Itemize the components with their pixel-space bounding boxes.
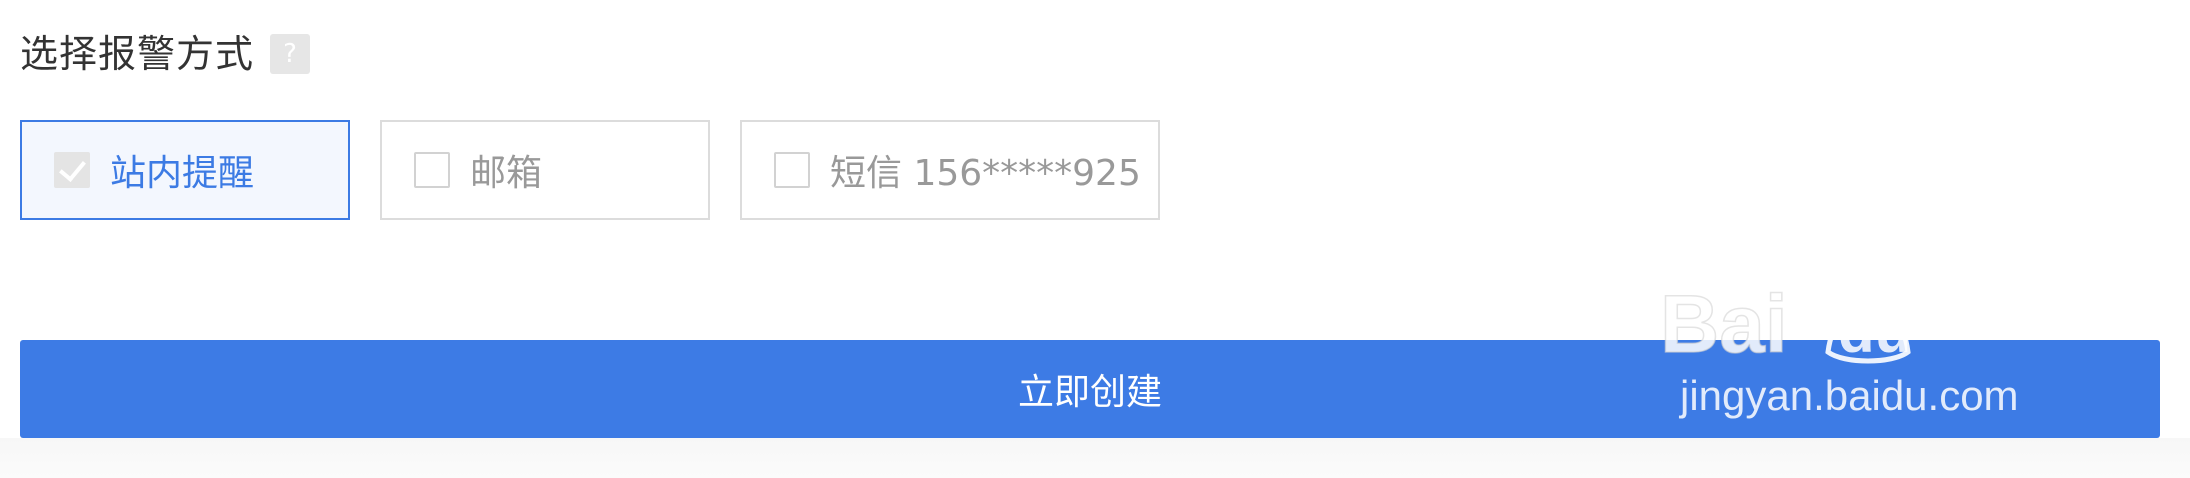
footer-divider: [0, 438, 2190, 478]
email-label: 邮箱: [470, 153, 543, 194]
option-sms[interactable]: 短信 156*****925: [740, 120, 1160, 220]
site-notification-checkbox[interactable]: [54, 152, 90, 188]
check-icon: [59, 153, 86, 183]
sms-label: 短信 156*****925: [830, 153, 1141, 194]
section-header: 选择报警方式 ?: [20, 26, 311, 82]
help-icon[interactable]: ?: [270, 34, 311, 74]
option-site-notification[interactable]: 站内提醒: [20, 120, 350, 220]
create-now-button[interactable]: 立即创建: [20, 340, 2160, 438]
email-checkbox[interactable]: [414, 152, 450, 188]
option-email[interactable]: 邮箱: [380, 120, 710, 220]
section-title: 选择报警方式: [20, 32, 255, 76]
alert-settings-page: 选择报警方式 ? 站内提醒 邮箱 短信 156*****925 立即创建 Bai…: [0, 0, 2190, 478]
site-notification-label: 站内提醒: [110, 153, 255, 194]
sms-checkbox[interactable]: [774, 152, 810, 188]
